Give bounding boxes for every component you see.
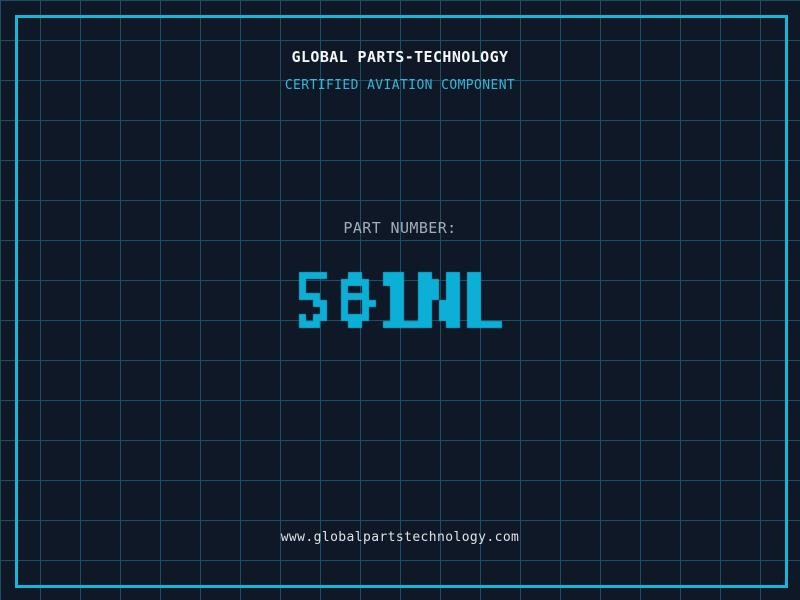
company-title: GLOBAL PARTS-TECHNOLOGY bbox=[291, 48, 509, 66]
part-number-value bbox=[284, 251, 516, 349]
certification-subtitle: CERTIFIED AVIATION COMPONENT bbox=[284, 78, 516, 93]
part-number-label: PART NUMBER: bbox=[343, 219, 457, 237]
blueprint-card: GLOBAL PARTS-TECHNOLOGY CERTIFIED AVIATI… bbox=[0, 0, 800, 600]
part-number-display-wrap bbox=[0, 251, 800, 353]
website-url: www.globalpartstechnology.com bbox=[280, 530, 520, 545]
